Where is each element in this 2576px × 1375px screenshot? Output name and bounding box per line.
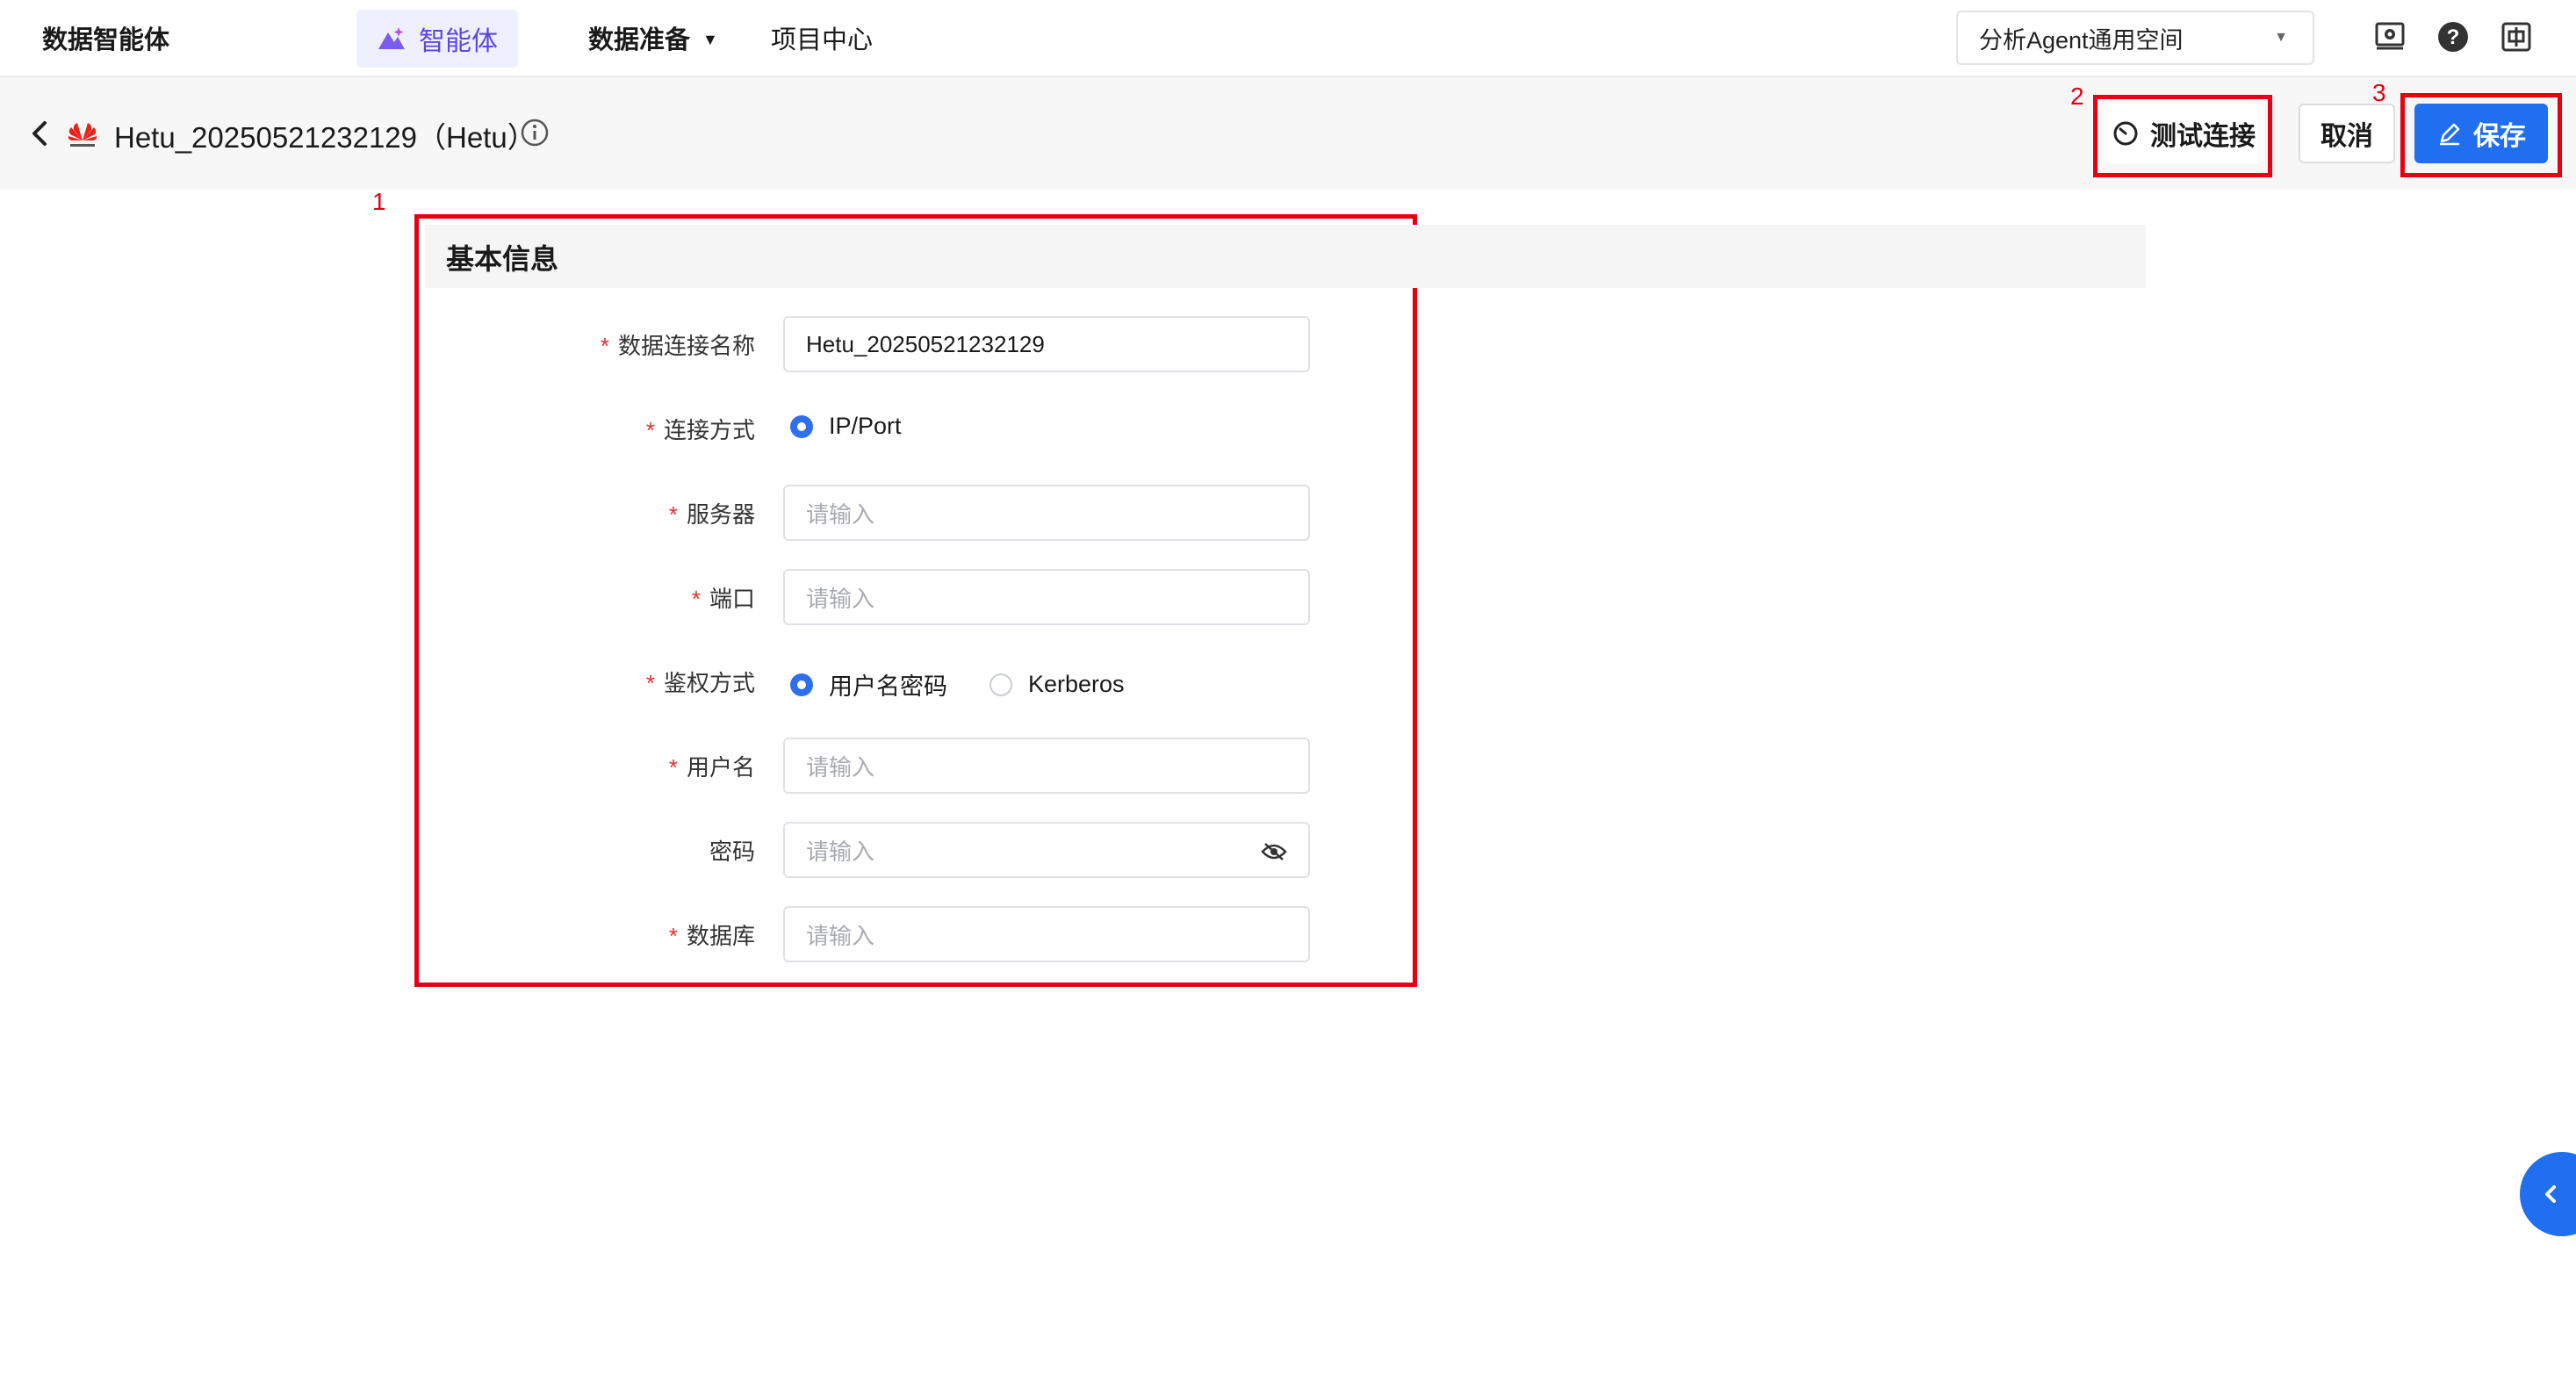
annotation-label-1: 1 bbox=[372, 188, 386, 215]
required-mark: * bbox=[645, 417, 655, 443]
nav-item-project-center[interactable]: 项目中心 bbox=[771, 19, 873, 56]
port-input[interactable]: 请输入 bbox=[783, 569, 1310, 625]
svg-text:?: ? bbox=[2447, 25, 2460, 49]
radio-kerberos-label[interactable]: Kerberos bbox=[1028, 671, 1125, 698]
page-title: Hetu_20250521232129（Hetu） bbox=[114, 121, 536, 154]
brand-title: 数据智能体 bbox=[42, 26, 170, 54]
help-icon[interactable]: ? bbox=[2436, 19, 2471, 54]
cancel-button[interactable]: 取消 bbox=[2299, 104, 2395, 163]
connection-mode-radio-group: IP/Port bbox=[790, 413, 944, 440]
eye-off-icon[interactable] bbox=[1261, 841, 1287, 862]
sparkle-mountain-icon bbox=[378, 27, 405, 49]
database-label: * 数据库 bbox=[378, 918, 755, 951]
side-panel-toggle[interactable] bbox=[2520, 1152, 2576, 1236]
password-label: 密码 bbox=[378, 834, 755, 867]
radio-ip-port[interactable] bbox=[790, 414, 813, 438]
top-navigation: 数据智能体 智能体 数据准备 ▼ 项目中心 分析Agent通用空间 ▼ ? bbox=[0, 0, 2576, 77]
section-title: 基本信息 bbox=[446, 243, 559, 275]
database-label-text: 数据库 bbox=[686, 923, 755, 949]
section-header bbox=[425, 225, 2146, 288]
language-zh-icon[interactable] bbox=[2499, 19, 2534, 54]
workspace-select[interactable]: 分析Agent通用空间 ▼ bbox=[1956, 11, 2314, 65]
username-placeholder: 请输入 bbox=[806, 753, 875, 781]
connection-name-input[interactable]: Hetu_20250521232129 bbox=[783, 316, 1310, 372]
required-mark: * bbox=[668, 754, 678, 781]
settings-screen-icon[interactable] bbox=[2372, 19, 2407, 54]
connection-mode-label: * 连接方式 bbox=[378, 413, 755, 445]
annotation-box-3 bbox=[2400, 93, 2562, 177]
server-label-text: 服务器 bbox=[686, 501, 755, 528]
nav-item-data-prep-label: 数据准备 bbox=[588, 26, 691, 54]
nav-item-agents-label: 智能体 bbox=[419, 27, 498, 56]
password-label-text: 密码 bbox=[709, 839, 755, 865]
database-input[interactable]: 请输入 bbox=[783, 906, 1310, 962]
annotation-label-3: 3 bbox=[2372, 79, 2386, 106]
radio-ip-port-label[interactable]: IP/Port bbox=[829, 413, 902, 440]
password-placeholder: 请输入 bbox=[806, 838, 875, 865]
username-label: * 用户名 bbox=[378, 750, 755, 782]
auth-mode-label-text: 鉴权方式 bbox=[663, 670, 755, 696]
required-mark: * bbox=[600, 333, 609, 359]
server-placeholder: 请输入 bbox=[806, 500, 875, 528]
nav-item-data-prep[interactable]: 数据准备 ▼ bbox=[588, 19, 718, 56]
radio-kerberos[interactable] bbox=[989, 673, 1012, 696]
chevron-left-icon bbox=[2545, 1185, 2556, 1203]
server-input[interactable]: 请输入 bbox=[783, 485, 1310, 541]
annotation-box-2 bbox=[2093, 95, 2272, 177]
required-mark: * bbox=[668, 923, 678, 949]
radio-username-password-label[interactable]: 用户名密码 bbox=[829, 667, 947, 702]
database-placeholder: 请输入 bbox=[806, 922, 875, 949]
connection-mode-label-text: 连接方式 bbox=[663, 417, 755, 443]
connection-name-label: * 数据连接名称 bbox=[378, 328, 755, 361]
port-placeholder: 请输入 bbox=[806, 585, 875, 612]
required-mark: * bbox=[691, 586, 701, 612]
huawei-logo-icon bbox=[68, 123, 97, 147]
annotation-label-2: 2 bbox=[2070, 83, 2084, 110]
port-label-text: 端口 bbox=[709, 586, 755, 612]
connection-name-value: Hetu_20250521232129 bbox=[806, 330, 1045, 357]
nav-item-agents[interactable]: 智能体 bbox=[356, 10, 518, 68]
connection-name-label-text: 数据连接名称 bbox=[617, 333, 755, 359]
port-label: * 端口 bbox=[378, 581, 755, 614]
server-label: * 服务器 bbox=[378, 497, 755, 529]
auth-mode-label: * 鉴权方式 bbox=[378, 666, 755, 698]
back-arrow-icon[interactable] bbox=[26, 116, 53, 151]
username-input[interactable]: 请输入 bbox=[783, 738, 1310, 794]
username-label-text: 用户名 bbox=[686, 754, 755, 781]
caret-down-icon: ▼ bbox=[2274, 30, 2288, 45]
required-mark: * bbox=[668, 501, 678, 528]
workspace-select-value: 分析Agent通用空间 bbox=[1979, 26, 2184, 54]
info-icon[interactable] bbox=[520, 118, 550, 148]
caret-down-icon: ▼ bbox=[702, 31, 718, 48]
radio-username-password[interactable] bbox=[790, 673, 813, 696]
password-input[interactable]: 请输入 bbox=[783, 822, 1310, 878]
required-mark: * bbox=[645, 670, 655, 696]
auth-mode-radio-group: 用户名密码 Kerberos bbox=[790, 667, 1167, 702]
